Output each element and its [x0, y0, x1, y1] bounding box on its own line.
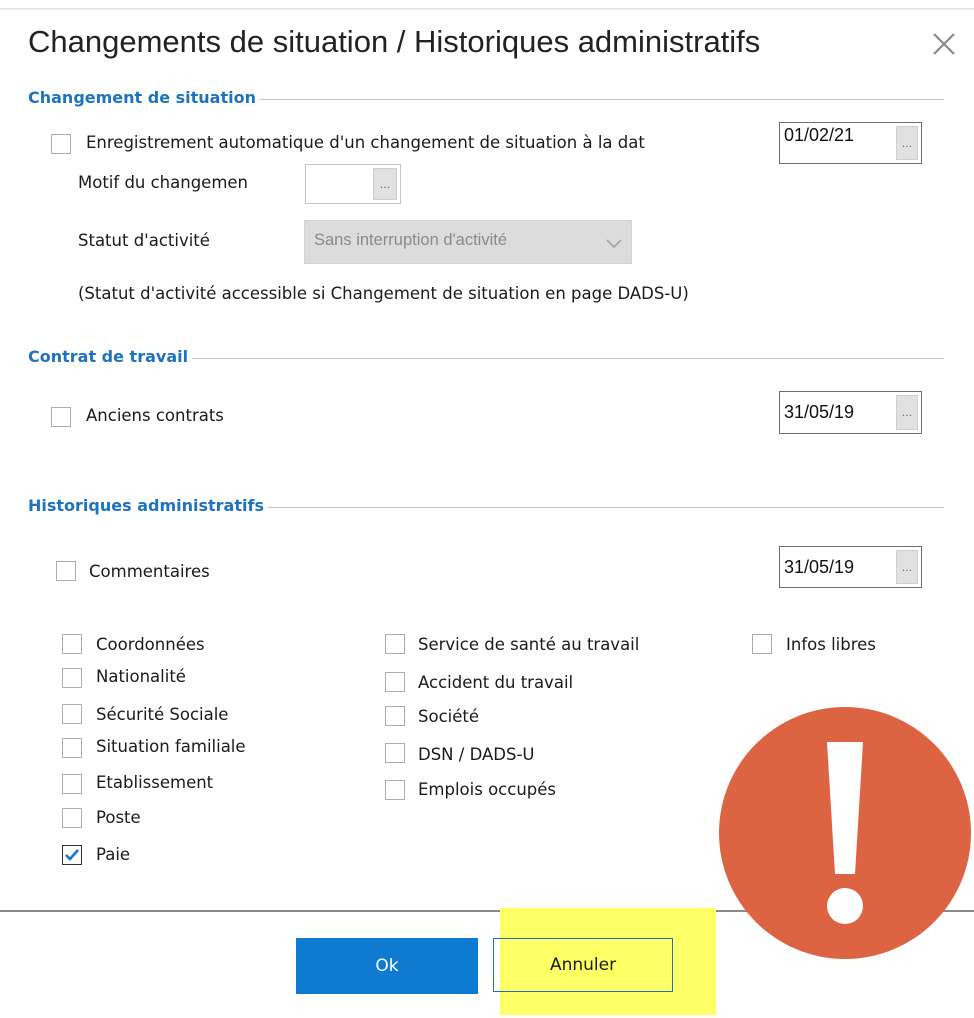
history-checkbox[interactable] [752, 634, 772, 654]
auto-record-date-field[interactable]: 01/02/21 ... [779, 122, 922, 164]
history-label: Coordonnées [96, 635, 205, 654]
history-checkbox[interactable] [62, 668, 82, 688]
statut-note: (Statut d'activité accessible si Changem… [78, 284, 689, 303]
statut-label: Statut d'activité [78, 231, 210, 250]
auto-record-checkbox[interactable] [51, 134, 71, 154]
date-picker-button[interactable]: ... [896, 550, 918, 584]
history-label: Paie [96, 845, 131, 864]
motif-label: Motif du changemen [78, 173, 249, 192]
history-label: Infos libres [786, 635, 876, 654]
auto-record-label: Enregistrement automatique d'un changeme… [86, 133, 645, 152]
date-value: 31/05/19 [784, 402, 855, 422]
history-checkbox[interactable] [62, 738, 82, 758]
commentaires-date-field[interactable]: 31/05/19 ... [779, 546, 922, 588]
chevron-down-icon [605, 235, 623, 254]
history-label: Accident du travail [418, 673, 574, 692]
section-heading-historiques: Historiques administratifs [28, 496, 268, 515]
date-picker-button[interactable]: ... [896, 395, 918, 430]
history-label: Etablissement [96, 773, 214, 792]
date-picker-button[interactable]: ... [896, 126, 918, 160]
commentaires-label: Commentaires [89, 562, 210, 581]
history-checkbox[interactable] [385, 634, 405, 654]
history-label: Poste [96, 808, 141, 827]
history-checkbox[interactable] [62, 704, 82, 724]
cancel-button[interactable]: Annuler [493, 938, 673, 992]
section-heading-contrat: Contrat de travail [28, 347, 193, 366]
check-icon [65, 849, 79, 861]
top-border [0, 8, 974, 10]
date-value: 01/02/21 [784, 125, 855, 145]
history-label: Nationalité [96, 667, 186, 686]
history-checkbox[interactable] [385, 672, 405, 692]
motif-field[interactable]: ... [305, 164, 401, 204]
statut-select[interactable]: Sans interruption d'activité [304, 220, 632, 264]
date-value: 31/05/19 [784, 557, 855, 577]
exclamation-icon [718, 706, 972, 960]
anciens-contrats-checkbox[interactable] [51, 407, 71, 427]
anciens-contrats-label: Anciens contrats [86, 406, 224, 425]
history-label: Situation familiale [96, 737, 246, 756]
statut-value: Sans interruption d'activité [314, 231, 508, 249]
close-icon[interactable] [926, 26, 962, 62]
history-label: Société [418, 707, 479, 726]
motif-lookup-button[interactable]: ... [373, 168, 397, 200]
history-checkbox[interactable] [385, 706, 405, 726]
ok-button[interactable]: Ok [296, 938, 478, 994]
commentaires-checkbox[interactable] [56, 561, 76, 581]
dialog-title: Changements de situation / Historiques a… [28, 24, 761, 59]
history-checkbox[interactable] [62, 634, 82, 654]
history-label: Service de santé au travail [418, 635, 640, 654]
history-label: DSN / DADS-U [418, 745, 535, 764]
history-checkbox[interactable] [385, 743, 405, 763]
history-checkbox[interactable] [62, 808, 82, 828]
history-label: Sécurité Sociale [96, 705, 229, 724]
anciens-contrats-date-field[interactable]: 31/05/19 ... [779, 391, 922, 434]
history-label: Emplois occupés [418, 780, 556, 799]
history-checkbox[interactable] [62, 774, 82, 794]
history-checkbox[interactable] [385, 780, 405, 800]
paie-checkbox[interactable] [62, 845, 82, 865]
section-heading-changement: Changement de situation [28, 88, 260, 107]
